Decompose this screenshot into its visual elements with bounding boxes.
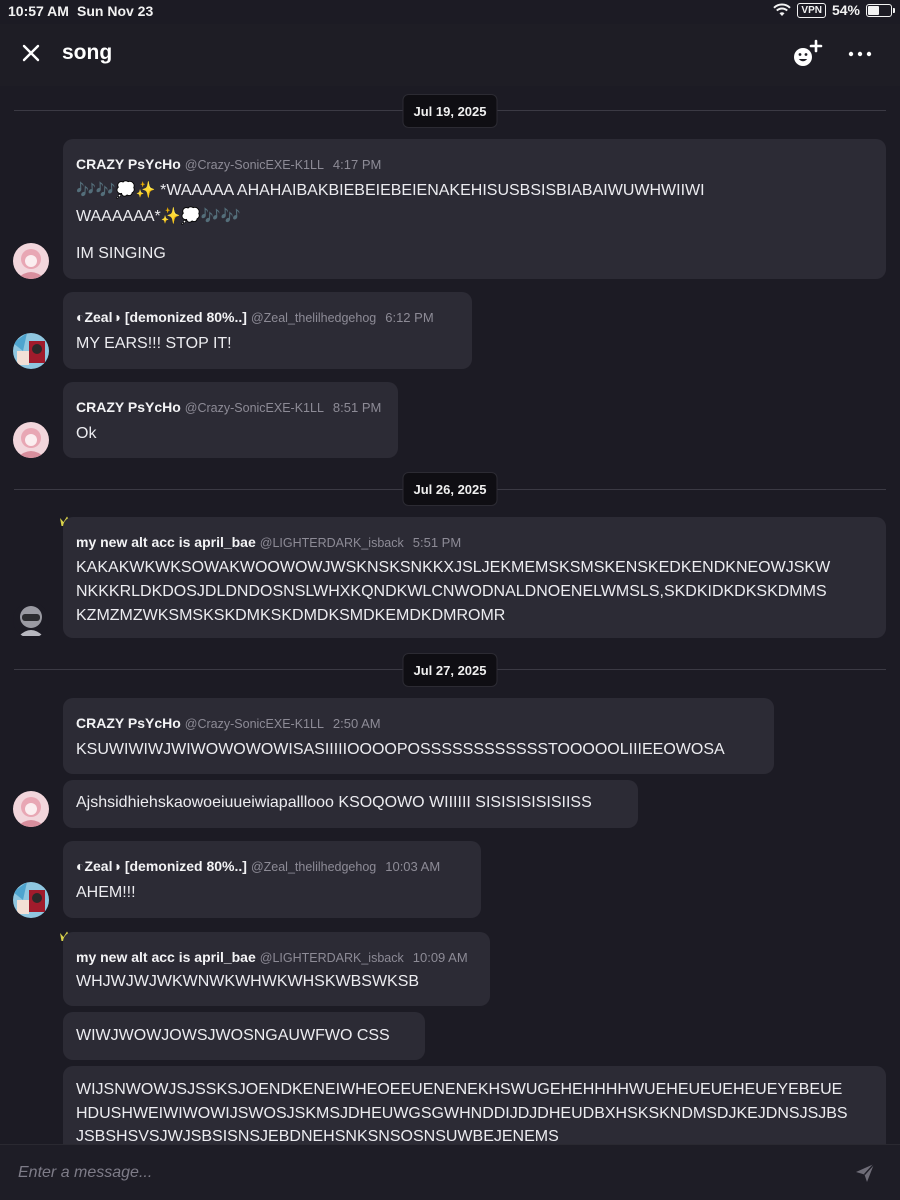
- message-text: KAKAKWKWKSOWAKWOOWOWJWSKNSKSNKKXJSLJEKME…: [76, 559, 831, 576]
- message-composer: [0, 1144, 900, 1200]
- author-handle: @Zeal_thelilhedgehog: [250, 860, 377, 874]
- message-bubble[interactable]: CRAZY PsYcHo @Crazy-SonicEXE-K1LL 8:51 PM …: [63, 382, 398, 458]
- message-text: WHJWJWJWKWNWKWHWKWHSKWBSWKSB: [76, 973, 420, 990]
- send-icon[interactable]: [853, 1161, 877, 1185]
- author-handle: @LIGHTERDARK_isback: [259, 536, 404, 550]
- message-text: WAAAAAA*✨💭🎶🎶: [76, 208, 241, 225]
- message-text: WIWJWOWJOWSJWOSNGAUWFWO CSS: [76, 1027, 390, 1044]
- avatar[interactable]: [13, 791, 49, 827]
- vpn-badge: VPN: [797, 2, 826, 18]
- avatar[interactable]: [13, 602, 49, 638]
- date-separator: Jul 19, 2025: [402, 94, 498, 128]
- close-icon[interactable]: [18, 40, 46, 68]
- message-text: NKKKRLDKDOSJDLDNDOSNSLWHXKQNDKWLCNWODNAL…: [76, 583, 827, 600]
- message-text: JSBSHSVSJWJSBSISNSJEBDNEHSNKSNSOSNSUWBEJ…: [76, 1128, 559, 1144]
- add-reaction-icon[interactable]: [790, 38, 824, 72]
- message-time: 10:09 AM: [412, 950, 468, 965]
- author-handle: @Zeal_thelilhedgehog: [250, 311, 377, 325]
- message-meta: my new alt acc is april_bae @LIGHTERDARK_…: [76, 534, 461, 550]
- date-separator: Jul 27, 2025: [402, 653, 498, 687]
- author-handle: @Crazy-SonicEXE-K1LL: [184, 401, 324, 415]
- message-bubble[interactable]: ◐Zeal◑ [demonized 80%..] @Zeal_thelilhedg…: [63, 292, 472, 369]
- author-name[interactable]: ◐Zeal◑ [demonized 80%..]: [76, 858, 247, 874]
- message-bubble[interactable]: WIJSNWOWJSJSSKSJOENDKENEIWHEOEEUENENEKHS…: [63, 1066, 886, 1144]
- message-time: 5:51 PM: [412, 535, 462, 550]
- author-name[interactable]: CRAZY PsYcHo: [76, 715, 181, 731]
- message-text: 🎶🎶💭✨ *WAAAAA AHAHAIBAKBIEBEIEBEIENAKEHIS…: [76, 182, 705, 199]
- message-list[interactable]: Jul 19, 2025 CRAZY PsYcHo @Crazy-SonicEXE…: [0, 86, 900, 1144]
- message-bubble[interactable]: ◐Zeal◑ [demonized 80%..] @Zeal_thelilhedg…: [63, 841, 481, 918]
- message-input[interactable]: [18, 1159, 818, 1187]
- battery-icon: [866, 3, 895, 17]
- message-time: 2:50 AM: [332, 716, 381, 731]
- author-name[interactable]: CRAZY PsYcHo: [76, 156, 181, 172]
- message-meta: ◐Zeal◑ [demonized 80%..] @Zeal_thelilhedg…: [76, 858, 440, 874]
- message-bubble[interactable]: my new alt acc is april_bae @LIGHTERDARK_…: [63, 932, 490, 1006]
- chat-title: song: [62, 41, 113, 64]
- author-name[interactable]: CRAZY PsYcHo: [76, 399, 181, 415]
- author-name[interactable]: my new alt acc is april_bae: [76, 949, 256, 965]
- message-meta: CRAZY PsYcHo @Crazy-SonicEXE-K1LL 4:17 PM: [76, 156, 381, 172]
- status-bar: 10:57 AM Sun Nov 23 VPN 54%: [0, 0, 900, 24]
- message-bubble[interactable]: my new alt acc is april_bae @LIGHTERDARK_…: [63, 517, 886, 638]
- message-bubble[interactable]: WIWJWOWJOWSJWOSNGAUWFWO CSS: [63, 1012, 425, 1060]
- message-time: 4:17 PM: [332, 157, 382, 172]
- message-bubble[interactable]: CRAZY PsYcHo @Crazy-SonicEXE-K1LL 2:50 AM …: [63, 698, 774, 774]
- wifi-icon: [773, 3, 792, 16]
- avatar[interactable]: [13, 882, 49, 918]
- message-time: 8:51 PM: [332, 400, 382, 415]
- date-separator: Jul 26, 2025: [402, 472, 498, 506]
- message-meta: ◐Zeal◑ [demonized 80%..] @Zeal_thelilhedg…: [76, 309, 434, 325]
- message-meta: CRAZY PsYcHo @Crazy-SonicEXE-K1LL 2:50 AM: [76, 715, 381, 731]
- message-text: WIJSNWOWJSJSSKSJOENDKENEIWHEOEEUENENEKHS…: [76, 1081, 843, 1098]
- message-text: Ok: [76, 425, 97, 442]
- message-text: HDUSHWEIWIWOWIJSWOSJSKMSJDHEUWGSGWHNDDIJ…: [76, 1105, 848, 1122]
- avatar[interactable]: [13, 422, 49, 458]
- author-handle: @Crazy-SonicEXE-K1LL: [184, 717, 324, 731]
- message-text: AHEM!!!: [76, 884, 136, 901]
- author-handle: @LIGHTERDARK_isback: [259, 951, 404, 965]
- message-bubble[interactable]: Ajshsidhiehskaowoeiuueiwiapalllooo KSOQO…: [63, 780, 638, 828]
- message-text: KZMZMZWKSMSKSKDMKSKDMDKSMDKEMDKDMROMR: [76, 607, 506, 624]
- message-text: KSUWIWIWJWIWOWOWOWISASIIIIIOOOOPOSSSSSSS…: [76, 741, 725, 758]
- avatar[interactable]: [13, 333, 49, 369]
- message-meta: my new alt acc is april_bae @LIGHTERDARK_…: [76, 949, 468, 965]
- status-right: VPN 54%: [773, 2, 895, 18]
- message-text: MY EARS!!! STOP IT!: [76, 335, 232, 352]
- message-meta: CRAZY PsYcHo @Crazy-SonicEXE-K1LL 8:51 PM: [76, 399, 381, 415]
- message-text: Ajshsidhiehskaowoeiuueiwiapalllooo KSOQO…: [76, 794, 592, 811]
- avatar[interactable]: [13, 243, 49, 279]
- more-options-icon[interactable]: [846, 40, 874, 68]
- message-time: 10:03 AM: [385, 859, 441, 874]
- author-name[interactable]: my new alt acc is april_bae: [76, 534, 256, 550]
- author-name[interactable]: ◐Zeal◑ [demonized 80%..]: [76, 309, 247, 325]
- message-text: IM SINGING: [76, 245, 166, 262]
- battery-percent: 54%: [831, 2, 860, 18]
- message-time: 6:12 PM: [385, 310, 434, 325]
- message-bubble[interactable]: CRAZY PsYcHo @Crazy-SonicEXE-K1LL 4:17 PM …: [63, 139, 886, 279]
- status-date: Sun Nov 23: [77, 3, 154, 19]
- chat-header: song: [0, 24, 900, 86]
- author-handle: @Crazy-SonicEXE-K1LL: [184, 158, 324, 172]
- status-time: 10:57 AM: [8, 3, 69, 19]
